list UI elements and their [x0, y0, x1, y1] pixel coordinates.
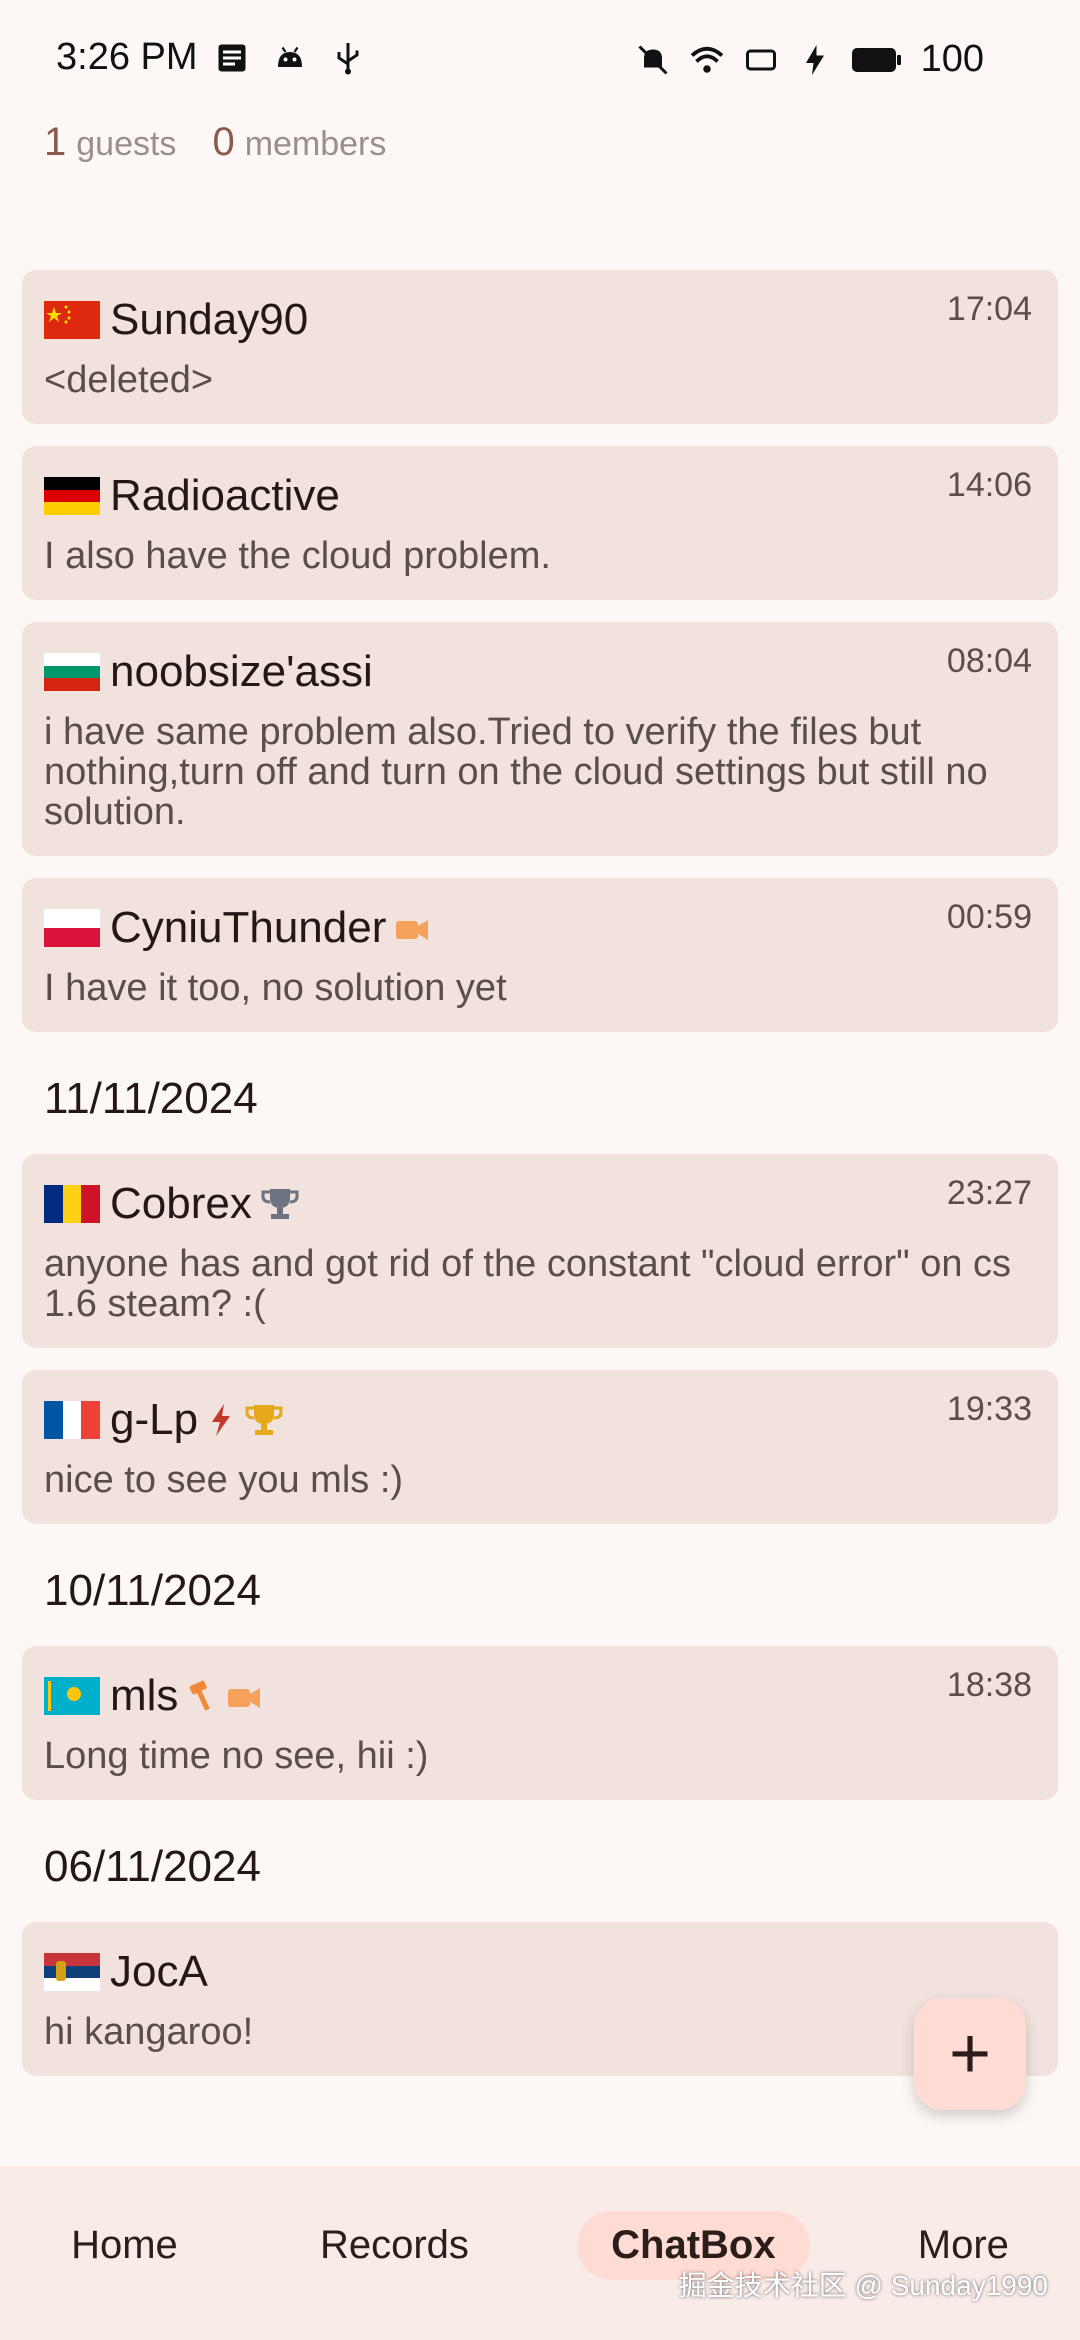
flag-kazakhstan-icon: [44, 1677, 100, 1715]
flag-poland-icon: [44, 909, 100, 947]
message-card[interactable]: CyniuThunder 00:59 I have it too, no sol…: [22, 878, 1058, 1032]
nav-home[interactable]: Home: [37, 2211, 212, 2280]
message-text: I also have the cloud problem.: [44, 535, 551, 577]
flag-china-icon: [44, 301, 100, 339]
battery-level: 100: [920, 38, 984, 80]
plus-icon: +: [948, 2014, 992, 2094]
message-card[interactable]: Radioactive 14:06 I also have the cloud …: [22, 446, 1058, 600]
message-author[interactable]: JocA: [110, 1947, 208, 1997]
message-text: hi kangaroo!: [44, 2011, 254, 2053]
trophy-gold-icon: [245, 1405, 283, 1435]
date-separator: 06/11/2024: [44, 1842, 261, 1891]
message-card[interactable]: g-Lp 19:33 nice to see you mls :): [22, 1370, 1058, 1524]
members-label: members: [244, 125, 387, 163]
message-time: 08:04: [946, 642, 1032, 680]
android-icon: [278, 46, 302, 67]
message-time: 17:04: [946, 290, 1032, 328]
members-count: 0: [212, 120, 235, 164]
status-right-icons: 100: [635, 38, 984, 81]
video-camera-icon: [228, 1688, 261, 1708]
date-separator: 10/11/2024: [44, 1566, 261, 1615]
message-time: 00:59: [946, 898, 1032, 936]
status-time: 3:26 PM: [56, 36, 198, 78]
message-time: 18:38: [946, 1666, 1032, 1704]
message-card[interactable]: Cobrex 23:27 anyone has and got rid of t…: [22, 1154, 1058, 1348]
notes-icon: [218, 44, 246, 72]
nav-records[interactable]: Records: [286, 2211, 503, 2280]
message-card[interactable]: mls 18:38 Long time no see, hii :): [22, 1646, 1058, 1800]
mute-icon: [638, 44, 668, 75]
message-card[interactable]: Sunday90 17:04 <deleted>: [22, 270, 1058, 424]
message-author[interactable]: mls: [110, 1671, 178, 1721]
new-message-button[interactable]: +: [914, 1998, 1026, 2110]
message-text: anyone has and got rid of the constant "…: [44, 1243, 1012, 1325]
message-text: i have same problem also.Tried to verify…: [44, 711, 988, 833]
wifi-icon: [690, 46, 723, 73]
guests-label: guests: [76, 125, 177, 163]
message-author[interactable]: g-Lp: [110, 1395, 198, 1445]
message-text: <deleted>: [44, 359, 214, 401]
charging-icon: [805, 44, 824, 75]
trophy-gray-icon: [261, 1189, 299, 1219]
date-separator: 11/11/2024: [44, 1074, 258, 1123]
guests-count: 1: [44, 120, 67, 164]
message-time: 23:27: [946, 1174, 1032, 1212]
lightning-icon: [212, 1404, 231, 1436]
message-author[interactable]: Radioactive: [110, 471, 340, 521]
status-left-icons: [214, 40, 366, 76]
battery-icon: [851, 47, 901, 72]
status-bar: 3:26 PM 100: [0, 0, 1080, 120]
video-camera-icon: [396, 920, 429, 940]
message-author[interactable]: CyniuThunder: [110, 903, 386, 953]
usb-icon: [337, 43, 359, 75]
flag-serbia-icon: [44, 1953, 100, 1991]
message-text: nice to see you mls :): [44, 1459, 404, 1501]
cast-icon: [745, 49, 776, 70]
message-author[interactable]: noobsize'assi: [110, 647, 373, 697]
flag-romania-icon: [44, 1185, 100, 1223]
message-card[interactable]: JocA hi kangaroo!: [22, 1922, 1058, 2076]
bottom-nav: Home Records ChatBox More 掘金技术社区 @ Sunda…: [0, 2166, 1080, 2340]
message-time: 19:33: [946, 1390, 1032, 1428]
message-time: 14:06: [946, 466, 1032, 504]
online-counter: 1 guests 0 members: [44, 120, 386, 165]
chat-feed[interactable]: Sunday90 17:04 <deleted> Radioactive 14:…: [22, 270, 1058, 2098]
flag-germany-icon: [44, 477, 100, 515]
hammer-icon: [190, 1680, 211, 1711]
flag-bulgaria-icon: [44, 653, 100, 691]
message-author[interactable]: Cobrex: [110, 1179, 252, 1229]
message-author[interactable]: Sunday90: [110, 295, 308, 345]
message-text: Long time no see, hii :): [44, 1735, 429, 1777]
flag-france-icon: [44, 1401, 100, 1439]
message-text: I have it too, no solution yet: [44, 967, 507, 1009]
message-card[interactable]: noobsize'assi 08:04 i have same problem …: [22, 622, 1058, 856]
watermark: 掘金技术社区 @ Sunday1990: [678, 2270, 1048, 2301]
